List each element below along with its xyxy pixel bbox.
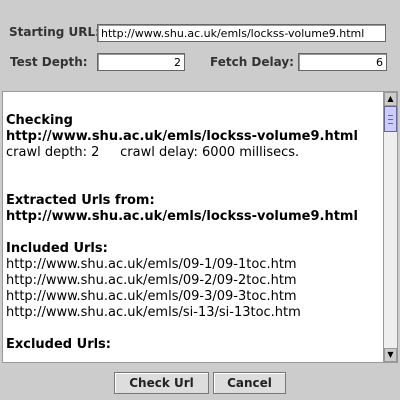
output-line: Excluded Urls: bbox=[6, 337, 111, 352]
scrollbar-thumb[interactable] bbox=[384, 106, 397, 132]
fetch-delay-label: Fetch Delay: bbox=[210, 55, 294, 69]
output-line: http://www.shu.ac.uk/emls/09-3/09-3toc.h… bbox=[6, 289, 297, 304]
output-line: Included Urls: bbox=[6, 241, 108, 256]
check-url-button[interactable]: Check Url bbox=[114, 372, 209, 394]
starting-url-label: Starting URL: bbox=[9, 25, 100, 39]
cancel-button[interactable]: Cancel bbox=[213, 372, 286, 394]
vertical-scrollbar[interactable]: ▲ ▼ bbox=[383, 92, 397, 362]
output-line: Extracted Urls from: bbox=[6, 193, 155, 208]
output-line: http://www.shu.ac.uk/emls/09-2/09-2toc.h… bbox=[6, 273, 297, 288]
output-line: http://www.shu.ac.uk/emls/si-13/si-13toc… bbox=[6, 305, 301, 320]
scroll-down-arrow-icon[interactable]: ▼ bbox=[384, 348, 397, 362]
scroll-up-arrow-icon[interactable]: ▲ bbox=[384, 92, 397, 106]
starting-url-field[interactable]: http://www.shu.ac.uk/emls/lockss-volume9… bbox=[97, 24, 386, 42]
output-line: Checking bbox=[6, 113, 73, 128]
output-line: http://www.shu.ac.uk/emls/lockss-volume9… bbox=[6, 209, 358, 224]
output-line: crawl depth: 2 crawl delay: 6000 millise… bbox=[6, 145, 300, 160]
output-panel: Checking http://www.shu.ac.uk/emls/locks… bbox=[2, 91, 398, 363]
output-line: http://www.shu.ac.uk/emls/09-1/09-1toc.h… bbox=[6, 257, 297, 272]
test-depth-label: Test Depth: bbox=[10, 55, 88, 69]
fetch-delay-field[interactable]: 6 bbox=[298, 53, 387, 71]
test-depth-field[interactable]: 2 bbox=[97, 53, 185, 71]
output-line: http://www.shu.ac.uk/emls/lockss-volume9… bbox=[6, 129, 358, 144]
output-text-area[interactable]: Checking http://www.shu.ac.uk/emls/locks… bbox=[6, 92, 382, 362]
